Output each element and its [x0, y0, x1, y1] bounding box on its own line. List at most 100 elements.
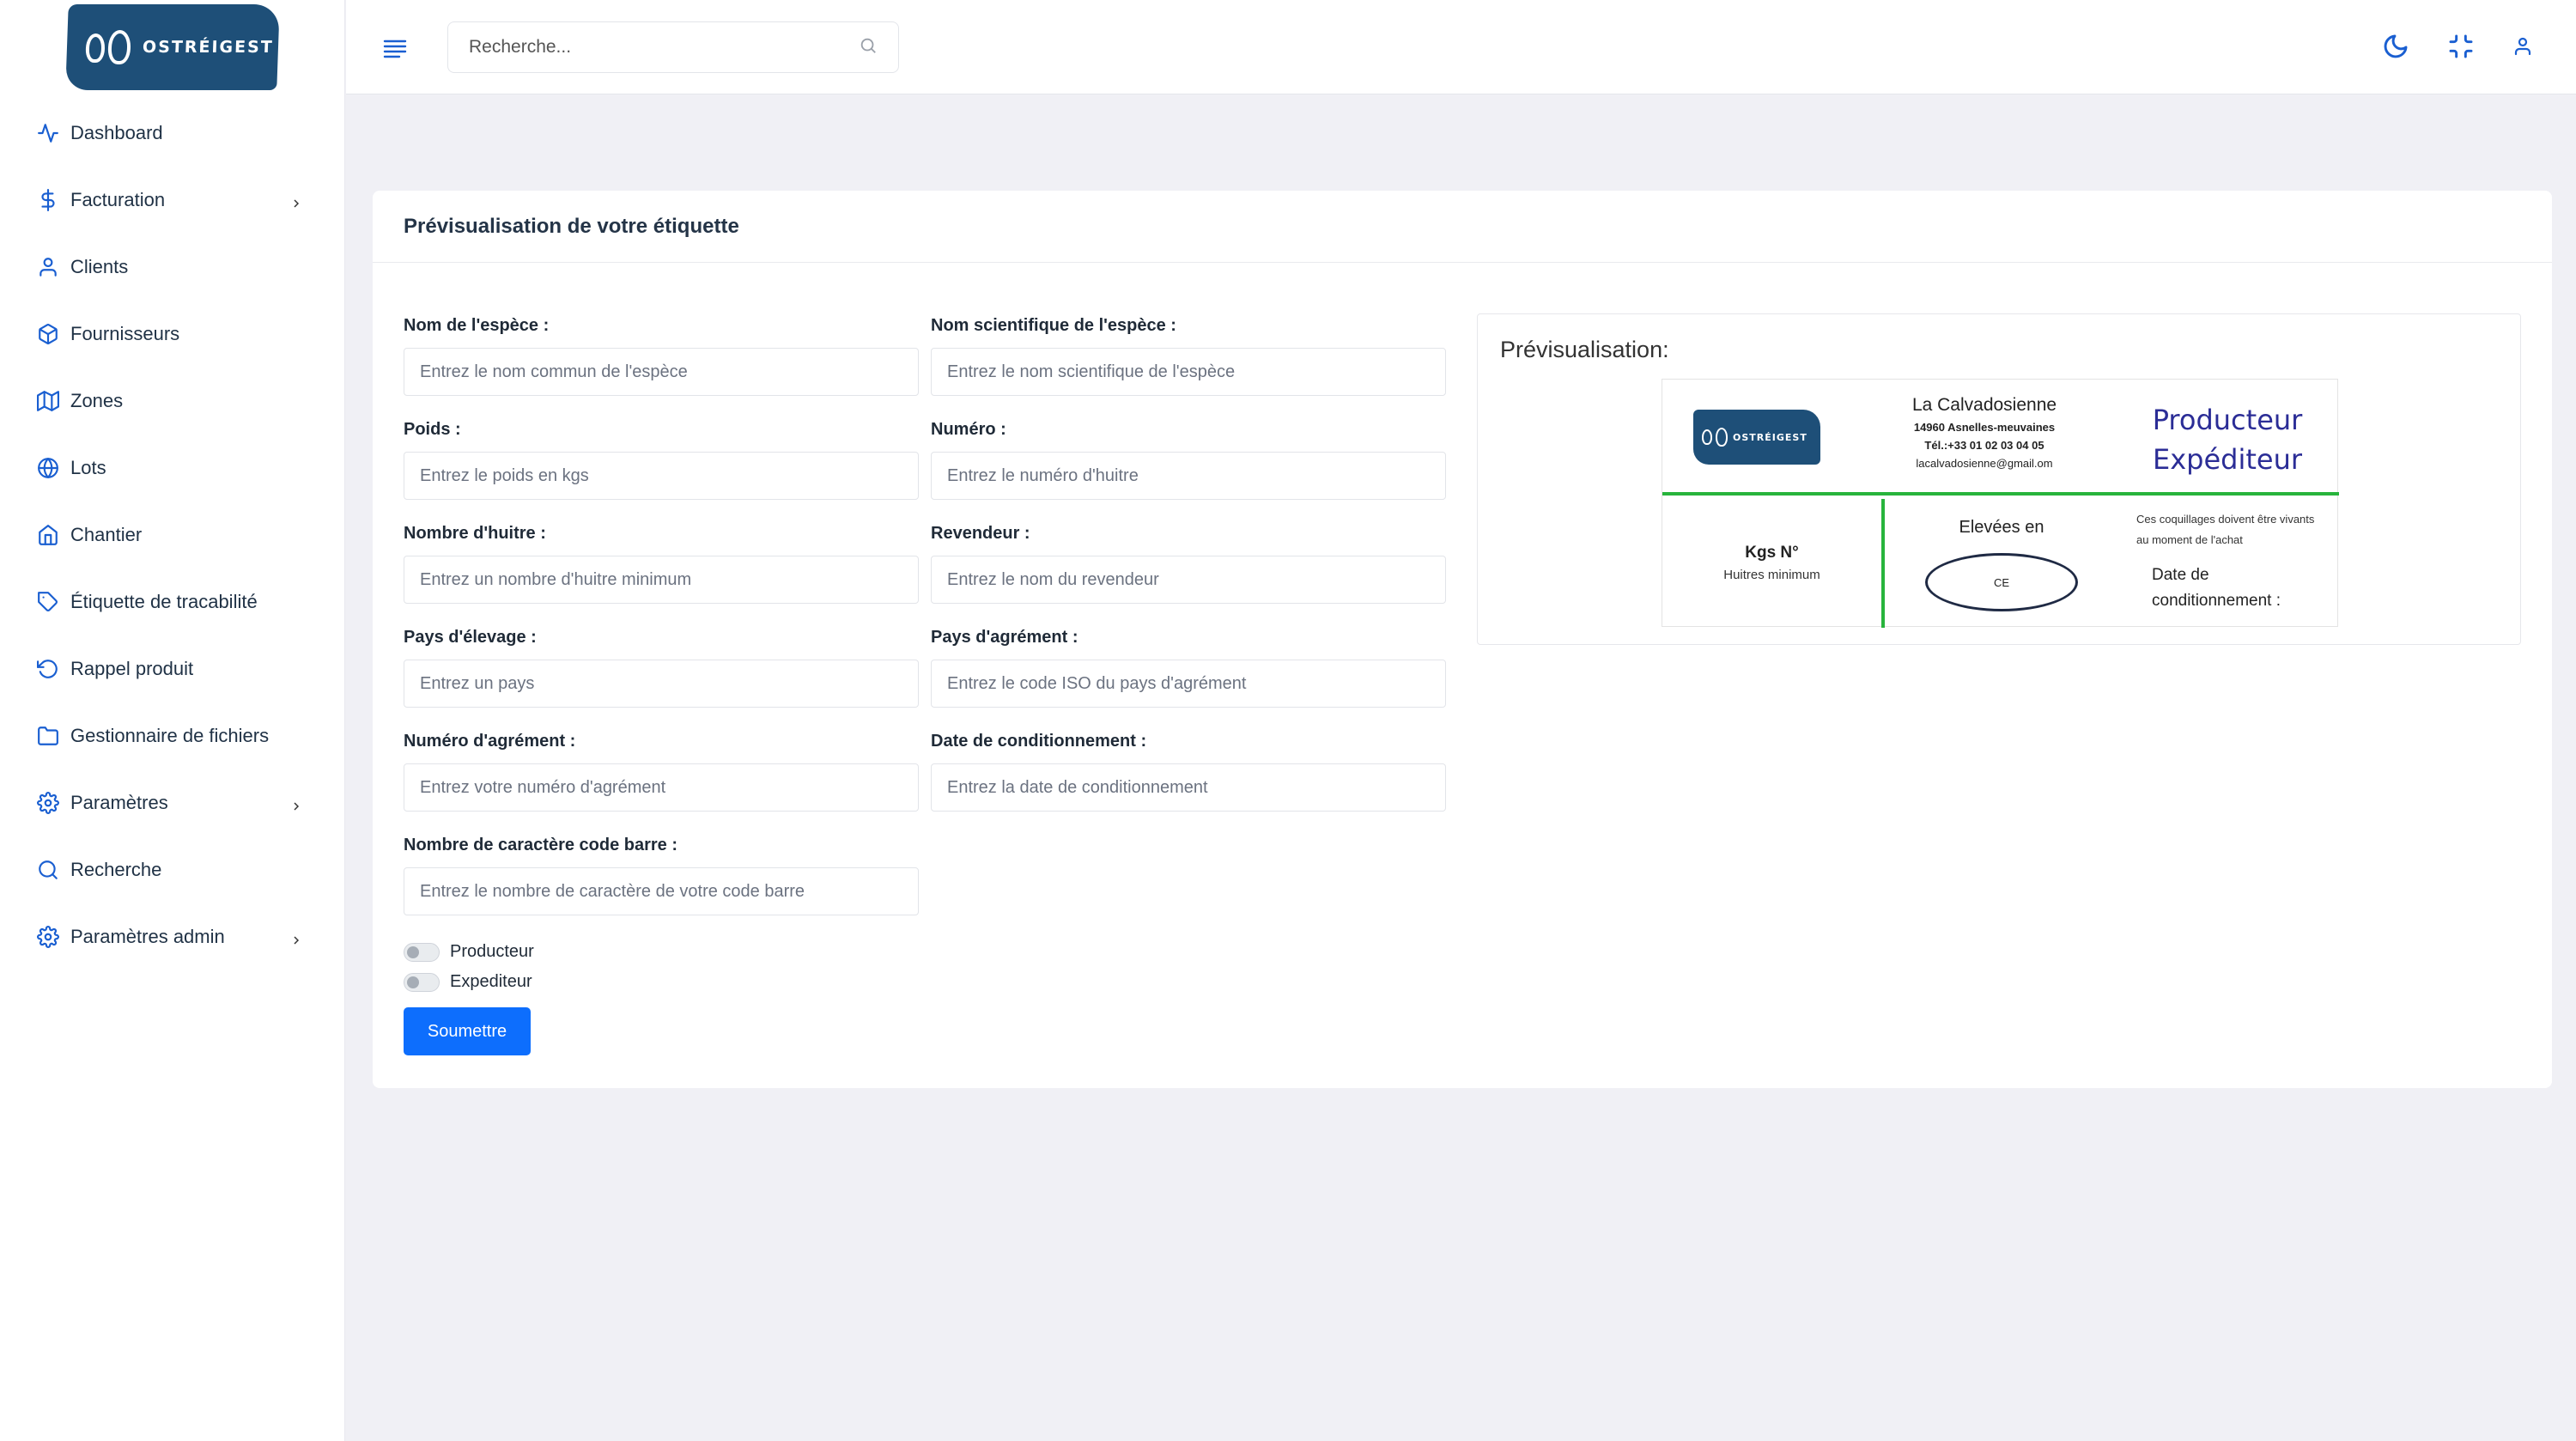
- expediteur-toggle-row: Expediteur: [404, 972, 532, 992]
- role-producteur: Producteur: [2152, 404, 2303, 436]
- field-label: Nom scientifique de l'espèce :: [931, 316, 1176, 335]
- folder-icon: [36, 724, 60, 748]
- dollar-icon: [36, 188, 60, 212]
- sidebar-item-recherche[interactable]: Recherche: [0, 836, 344, 903]
- sidebar-item-label: Étiquette de tracabilité: [70, 591, 258, 612]
- label-sample: OSTRÉIGEST La Calvadosienne 14960 Asnell…: [1662, 379, 2339, 628]
- sidebar-item-etiquette[interactable]: Étiquette de tracabilité: [0, 568, 344, 635]
- company-info: La Calvadosienne 14960 Asnelles-meuvaine…: [1860, 395, 2109, 475]
- date-label: Date de conditionnement :: [2152, 566, 2281, 610]
- kgs-label: Kgs N°: [1745, 544, 1799, 562]
- rotate-ccw-icon: [36, 657, 60, 681]
- oyster-logo-icon: [84, 30, 131, 64]
- sidebar-item-label: Dashboard: [70, 122, 163, 143]
- chevron-right-icon: [289, 796, 303, 811]
- home-icon: [36, 523, 60, 547]
- huitres-label: Huitres minimum: [1723, 568, 1820, 582]
- numero-agrement-input[interactable]: [404, 763, 919, 812]
- sidebar-item-label: Paramètres admin: [70, 926, 225, 947]
- moon-icon[interactable]: [2382, 33, 2409, 64]
- sidebar-item-chantier[interactable]: Chantier: [0, 502, 344, 568]
- sidebar-item-label: Fournisseurs: [70, 323, 180, 344]
- oyster-logo-icon: [1702, 428, 1728, 447]
- field-numero: Numéro :: [931, 420, 1446, 500]
- nom-scientifique-input[interactable]: [931, 348, 1446, 396]
- company-address: 14960 Asnelles-meuvaines: [1913, 421, 2056, 434]
- expediteur-toggle[interactable]: [404, 972, 440, 992]
- sidebar-item-lots[interactable]: Lots: [0, 435, 344, 502]
- settings-icon: [36, 791, 60, 815]
- user-icon: [36, 255, 60, 279]
- logo-container[interactable]: OSTRÉIGEST: [0, 0, 344, 94]
- company-email: lacalvadosienne@gmail.om: [1916, 457, 2053, 470]
- nombre-huitre-input[interactable]: [404, 556, 919, 604]
- company-name: La Calvadosienne: [1911, 395, 2057, 415]
- poids-input[interactable]: [404, 452, 919, 500]
- field-label: Pays d'élevage :: [404, 628, 537, 647]
- sidebar-item-parametres[interactable]: Paramètres: [0, 769, 344, 836]
- label-roles: Producteur Expéditeur: [2142, 400, 2313, 479]
- sidebar-item-label: Lots: [70, 457, 106, 478]
- date-conditionnement-input[interactable]: [931, 763, 1446, 812]
- sidebar-item-clients[interactable]: Clients: [0, 234, 344, 301]
- search-box[interactable]: [447, 21, 899, 73]
- activity-icon: [36, 121, 60, 145]
- label-quantity: Kgs N° Huitres minimum: [1662, 499, 1885, 628]
- preview-title: Prévisualisation:: [1500, 337, 1669, 362]
- sidebar-item-facturation[interactable]: Facturation: [0, 167, 344, 234]
- search-icon: [36, 858, 60, 882]
- label-header: OSTRÉIGEST La Calvadosienne 14960 Asnell…: [1662, 380, 2339, 496]
- field-label: Numéro d'agrément :: [404, 732, 576, 751]
- producteur-toggle-row: Producteur: [404, 942, 534, 962]
- sidebar-item-rappel-produit[interactable]: Rappel produit: [0, 635, 344, 702]
- sidebar-item-fournisseurs[interactable]: Fournisseurs: [0, 301, 344, 368]
- sidebar-item-dashboard[interactable]: Dashboard: [0, 100, 344, 167]
- revendeur-input[interactable]: [931, 556, 1446, 604]
- field-numero-agrement: Numéro d'agrément :: [404, 732, 919, 812]
- field-pays-elevage: Pays d'élevage :: [404, 628, 919, 708]
- brand-logo[interactable]: OSTRÉIGEST: [64, 4, 280, 90]
- search-input[interactable]: [469, 37, 859, 58]
- sidebar-item-parametres-admin[interactable]: Paramètres admin: [0, 903, 344, 970]
- espece-input[interactable]: [404, 348, 919, 396]
- sidebar-nav: Dashboard Facturation Clients Fournisseu…: [0, 100, 344, 970]
- sidebar-item-label: Paramètres: [70, 792, 168, 813]
- numero-input[interactable]: [931, 452, 1446, 500]
- code-barre-input[interactable]: [404, 867, 919, 915]
- field-revendeur: Revendeur :: [931, 524, 1446, 604]
- field-label: Revendeur :: [931, 524, 1030, 543]
- field-nombre-huitre: Nombre d'huitre :: [404, 524, 919, 604]
- sidebar-item-label: Zones: [70, 390, 124, 411]
- topbar-actions: [2382, 33, 2533, 64]
- globe-icon: [36, 456, 60, 480]
- submit-button[interactable]: Soumettre: [404, 1007, 531, 1055]
- map-icon: [36, 389, 60, 413]
- company-phone: Tél.:+33 01 02 03 04 05: [1924, 439, 2044, 452]
- field-code-barre: Nombre de caractère code barre :: [404, 836, 919, 915]
- sidebar-item-label: Facturation: [70, 189, 166, 210]
- sidebar-item-zones[interactable]: Zones: [0, 368, 344, 435]
- search-icon[interactable]: [859, 36, 878, 59]
- sidebar-item-label: Rappel produit: [70, 658, 194, 679]
- settings-icon: [36, 925, 60, 949]
- sidebar-item-label: Gestionnaire de fichiers: [70, 725, 270, 746]
- brand-name: OSTRÉIGEST: [142, 38, 274, 57]
- field-label: Date de conditionnement :: [931, 732, 1147, 751]
- toggle-label: Expediteur: [450, 972, 532, 991]
- pays-agrement-input[interactable]: [931, 660, 1446, 708]
- field-nom-scientifique: Nom scientifique de l'espèce :: [931, 316, 1446, 396]
- label-logo: OSTRÉIGEST: [1693, 410, 1820, 465]
- label-origin: Elevées en CE: [1888, 499, 2115, 628]
- menu-toggle-icon[interactable]: [382, 34, 408, 60]
- user-icon[interactable]: [2512, 36, 2533, 61]
- card-title: Prévisualisation de votre étiquette: [373, 191, 2552, 263]
- pays-elevage-input[interactable]: [404, 660, 919, 708]
- label-notes: Ces coquillages doivent être vivants au …: [2136, 509, 2325, 614]
- producteur-toggle[interactable]: [404, 942, 440, 962]
- box-icon: [36, 322, 60, 346]
- sidebar-item-gestionnaire-fichiers[interactable]: Gestionnaire de fichiers: [0, 702, 344, 769]
- toggle-label: Producteur: [450, 942, 534, 961]
- field-espece: Nom de l'espèce :: [404, 316, 919, 396]
- minimize-icon[interactable]: [2447, 33, 2475, 64]
- live-notice: Ces coquillages doivent être vivants au …: [2136, 513, 2315, 546]
